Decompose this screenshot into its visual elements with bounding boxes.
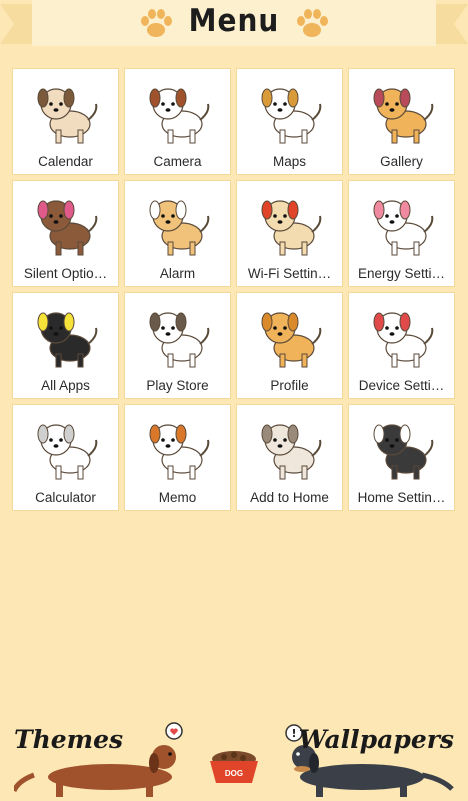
- app-tile-label: All Apps: [41, 378, 90, 393]
- wallpapers-button[interactable]: Wallpapers: [299, 725, 454, 754]
- golden-retriever-dog-icon: [261, 200, 322, 256]
- app-grid: Calendar Camera Maps Gallery Silent Optio… Al…: [12, 68, 456, 511]
- app-tile[interactable]: Calculator: [12, 404, 119, 511]
- app-tile[interactable]: All Apps: [12, 292, 119, 399]
- app-tile-label: Alarm: [159, 266, 196, 281]
- app-tile[interactable]: Silent Optio…: [12, 180, 119, 287]
- app-tile-label: Add to Home: [250, 490, 329, 505]
- pug-dog-icon: [37, 88, 98, 144]
- header: Menu: [0, 0, 468, 48]
- app-tile-label: Calendar: [38, 154, 93, 169]
- fox-terrier-dog-icon: [149, 312, 210, 368]
- app-tile-label: Home Settin…: [357, 490, 446, 505]
- app-tile-label: Memo: [158, 490, 197, 505]
- papillon-dog-icon: [149, 88, 210, 144]
- app-tile[interactable]: Calendar: [12, 68, 119, 175]
- app-tile[interactable]: Wi-Fi Settin…: [236, 180, 343, 287]
- page-title: Menu: [188, 2, 280, 39]
- french-bulldog-dog-icon: [261, 424, 322, 480]
- app-tile-label: Silent Optio…: [23, 266, 108, 281]
- shih-tzu-dog-icon: [373, 200, 434, 256]
- bottom-bar: Themes DOG ! Wallpapers: [0, 715, 468, 800]
- app-tile[interactable]: Device Setti…: [348, 292, 455, 399]
- app-tile[interactable]: Play Store: [124, 292, 231, 399]
- dachshund-brown-icon: [14, 722, 183, 797]
- corgi-dog-icon: [149, 200, 210, 256]
- app-tile-label: Camera: [153, 154, 202, 169]
- shiba-dog-icon: [373, 88, 434, 144]
- app-tile[interactable]: Add to Home: [236, 404, 343, 511]
- app-tile[interactable]: Home Settin…: [348, 404, 455, 511]
- app-tile-label: Wi-Fi Settin…: [247, 266, 332, 281]
- svg-text:!: !: [291, 727, 296, 740]
- app-tile[interactable]: Gallery: [348, 68, 455, 175]
- app-tile[interactable]: Profile: [236, 292, 343, 399]
- paw-right-icon: [297, 9, 328, 37]
- app-tile-label: Device Setti…: [358, 378, 445, 393]
- app-tile[interactable]: Alarm: [124, 180, 231, 287]
- dog-bowl-icon: [210, 751, 258, 783]
- white-pomeranian-dog-icon: [37, 424, 98, 480]
- app-tile[interactable]: Energy Setti…: [348, 180, 455, 287]
- app-tile-label: Calculator: [35, 490, 96, 505]
- app-tile-label: Gallery: [380, 154, 423, 169]
- pomeranian-dog-icon: [261, 312, 322, 368]
- app-tile-label: Profile: [270, 378, 309, 393]
- app-tile[interactable]: Memo: [124, 404, 231, 511]
- poodle-dog-icon: [373, 312, 434, 368]
- jack-russell-dog-icon: [149, 424, 210, 480]
- app-tile-label: Energy Setti…: [357, 266, 446, 281]
- app-tile-label: Maps: [272, 154, 306, 169]
- beagle-dog-icon: [261, 88, 322, 144]
- app-tile[interactable]: Camera: [124, 68, 231, 175]
- yorkie-dog-icon: [37, 200, 98, 256]
- app-tile[interactable]: Maps: [236, 68, 343, 175]
- schnauzer-dog-icon: [373, 424, 434, 480]
- app-tile-label: Play Store: [146, 378, 209, 393]
- chihuahua-dog-icon: [37, 312, 98, 368]
- bowl-label: DOG: [224, 769, 244, 778]
